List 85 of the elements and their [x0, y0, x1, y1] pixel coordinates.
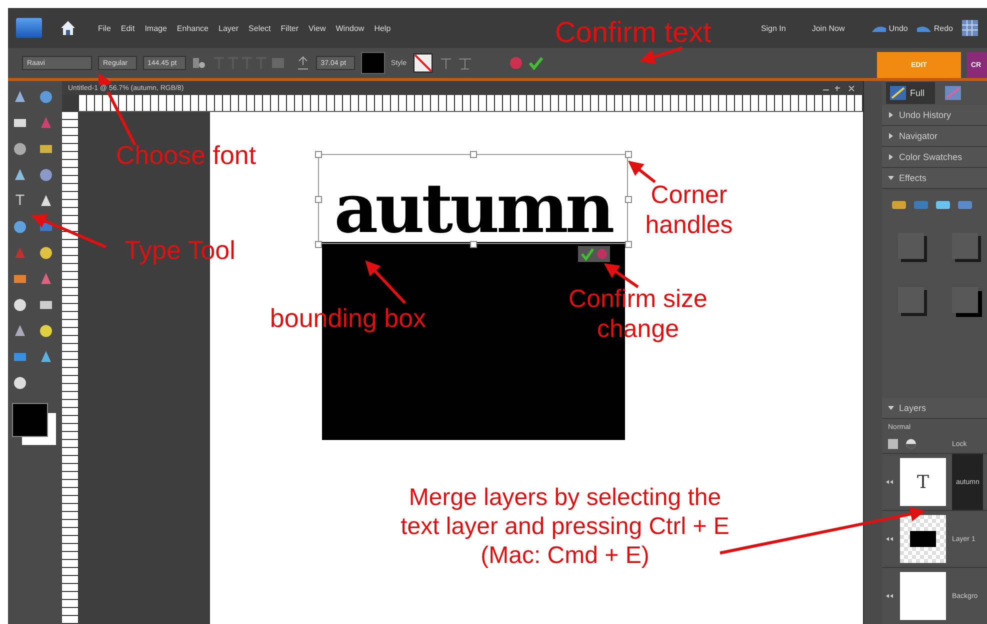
annotation-arrow: [640, 46, 682, 64]
menu-item[interactable]: Image: [144, 24, 167, 32]
bounding-box[interactable]: autumn: [318, 154, 628, 244]
layer-thumbnail: T: [900, 458, 946, 506]
triangle-icon: [888, 133, 894, 139]
tool-icon[interactable]: [12, 219, 28, 235]
tool-icon[interactable]: [38, 167, 54, 183]
text-color-swatch[interactable]: [361, 52, 386, 74]
effect-thumbnail[interactable]: [898, 233, 924, 259]
canvas-text: autumn: [334, 175, 612, 243]
tool-icon[interactable]: [38, 349, 54, 365]
tool-icon[interactable]: [12, 141, 28, 157]
effect-thumbnail[interactable]: [898, 287, 924, 313]
menu-item[interactable]: Edit: [120, 24, 135, 32]
tool-icon[interactable]: [12, 375, 28, 391]
type-tool[interactable]: T: [12, 193, 28, 209]
effects-category-icon[interactable]: [914, 199, 928, 211]
effects-category-icon[interactable]: [892, 199, 906, 211]
menu-item[interactable]: Layer: [218, 24, 239, 32]
check-icon[interactable]: [528, 56, 543, 70]
undo-button[interactable]: Undo: [870, 24, 908, 32]
undo-icon: [870, 24, 887, 32]
adjustment-layer-icon[interactable]: [906, 439, 916, 449]
corner-handle[interactable]: [625, 151, 632, 158]
confirm-cancel-icons[interactable]: [578, 246, 610, 262]
corner-handle[interactable]: [315, 196, 322, 203]
menu-item[interactable]: Help: [374, 24, 391, 32]
annotation-arrow: [365, 260, 406, 304]
tool-icon[interactable]: [12, 297, 28, 313]
color-swatches[interactable]: [12, 403, 56, 447]
menu-item[interactable]: Select: [248, 24, 271, 32]
panel-section-header[interactable]: Undo History: [882, 105, 987, 126]
home-icon[interactable]: [60, 20, 76, 36]
menu-item[interactable]: Filter: [280, 24, 299, 32]
tool-icon[interactable]: [38, 193, 54, 209]
corner-handle[interactable]: [470, 241, 477, 248]
no-style-icon[interactable]: [412, 53, 433, 73]
annotation-arrow: [628, 160, 656, 184]
tool-icon[interactable]: [38, 323, 54, 339]
window-controls-icon[interactable]: [821, 84, 857, 92]
corner-handle[interactable]: [470, 151, 477, 158]
effect-thumbnail[interactable]: [952, 233, 978, 259]
triangle-icon: [888, 112, 894, 118]
effects-category-icon[interactable]: [936, 199, 950, 211]
annotation-arrow: [604, 263, 639, 288]
annotation-label: Confirm text: [554, 16, 712, 51]
triangle-icon: [888, 405, 894, 411]
tool-icon[interactable]: [12, 167, 28, 183]
redo-icon: [916, 24, 932, 32]
menu-item[interactable]: View: [308, 24, 326, 32]
panel-section-header[interactable]: Effects: [882, 168, 987, 189]
tool-icon[interactable]: [38, 245, 54, 261]
annotation-label: Corner handles: [644, 180, 734, 240]
tool-icon[interactable]: [38, 89, 54, 105]
corner-handle[interactable]: [315, 241, 322, 248]
layers-panel-header[interactable]: Layers: [882, 398, 987, 419]
corner-handle[interactable]: [315, 151, 322, 158]
account-link[interactable]: Join Now: [812, 24, 845, 32]
leading-icon[interactable]: [296, 56, 310, 70]
annotation-label: Choose font: [114, 140, 258, 172]
corner-handle[interactable]: [625, 241, 632, 248]
annotation-label: Merge layers by selecting the text layer and pressing Ctrl + E (Mac: Cmd + E): [400, 484, 730, 570]
account-link[interactable]: Sign In: [760, 24, 786, 32]
warp-text-icons[interactable]: [438, 56, 473, 70]
menu-item[interactable]: Enhance: [176, 24, 209, 32]
menu-item[interactable]: Window: [336, 24, 364, 32]
triangle-icon: [888, 175, 894, 181]
effects-category-icon[interactable]: [958, 199, 972, 211]
panel-section-header[interactable]: Navigator: [882, 126, 987, 147]
effect-thumbnail[interactable]: [952, 287, 978, 313]
redo-button[interactable]: Redo: [916, 24, 953, 32]
tool-icon[interactable]: [12, 89, 28, 105]
view-tab[interactable]: Full: [886, 82, 935, 104]
app-logo-icon[interactable]: [16, 18, 42, 38]
cancel-icon[interactable]: [508, 56, 523, 70]
anti-alias-icon[interactable]: [192, 56, 206, 70]
menu-item[interactable]: File: [98, 24, 111, 32]
layer-thumbnail: [900, 572, 946, 620]
triangle-icon: [888, 154, 894, 160]
layer-thumbnail: [900, 515, 946, 563]
tool-icon[interactable]: [12, 323, 28, 339]
vertical-scrollbar[interactable]: [863, 81, 882, 624]
panel-section-header[interactable]: Color Swatches: [882, 147, 987, 168]
grid-icon[interactable]: [961, 19, 979, 37]
corner-handle[interactable]: [625, 196, 632, 203]
